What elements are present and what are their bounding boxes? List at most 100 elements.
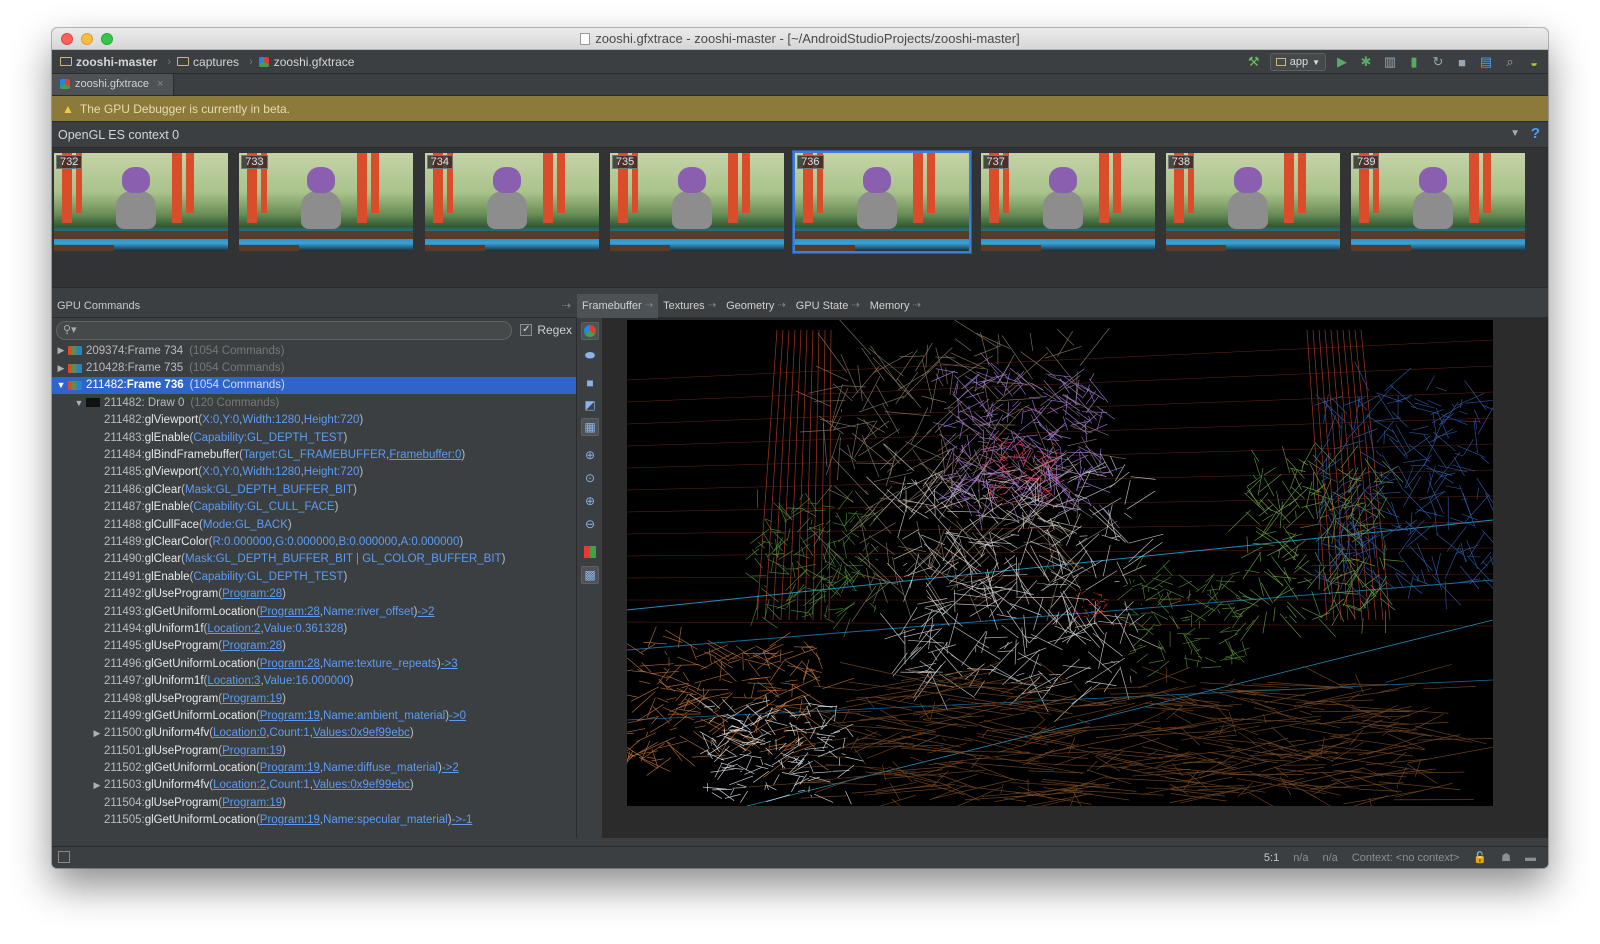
frame-row[interactable]: ▼ 211482: Frame 736 (1054 Commands) — [52, 376, 576, 395]
param-link[interactable]: Program:28 — [222, 640, 282, 652]
param-link[interactable]: Values:0x9ef99ebc — [313, 779, 410, 791]
tab-zooshi-gfxtrace[interactable]: zooshi.gfxtrace × — [52, 73, 175, 95]
zoom-out-icon[interactable]: ⊖ — [581, 515, 599, 533]
pin-icon[interactable]: ⇢ — [708, 300, 716, 311]
project-structure-icon[interactable]: ▤ — [1478, 54, 1494, 70]
command-row[interactable]: 211496: glGetUniformLocation(Program:28,… — [52, 655, 576, 672]
param-link[interactable]: Values:0x9ef99ebc — [313, 727, 410, 739]
param-link[interactable]: Program:28 — [260, 658, 320, 670]
breadcrumb-file[interactable]: zooshi.gfxtrace — [258, 55, 354, 69]
command-row[interactable]: 211483: glEnable(Capability:GL_DEPTH_TES… — [52, 429, 576, 446]
command-row[interactable]: 211490: glClear(Mask:GL_DEPTH_BUFFER_BIT… — [52, 551, 576, 568]
command-row[interactable]: 211497: glUniform1f(Location:3, Value:16… — [52, 672, 576, 689]
search-input[interactable]: ⚲▾ — [56, 320, 513, 340]
zoom-actual-icon[interactable]: ⊙ — [581, 469, 599, 487]
shaded-mode-icon[interactable]: ■ — [581, 374, 599, 392]
depth-buffer-icon[interactable]: ⬬ — [581, 346, 599, 364]
line-separator-status[interactable]: n/a — [1293, 852, 1308, 864]
zoom-fit-icon[interactable]: ⊕ — [581, 446, 599, 464]
framebuffer-image[interactable] — [627, 320, 1493, 806]
frame-thumbnail[interactable]: 734 — [423, 151, 601, 253]
tab-memory[interactable]: Memory ⇢ — [865, 294, 926, 318]
profile-icon[interactable]: ▥ — [1382, 54, 1398, 70]
zoom-in-icon[interactable]: ⊕ — [581, 492, 599, 510]
inspector-icon[interactable]: ☗ — [1501, 851, 1511, 864]
build-hammer-icon[interactable]: ⚒ — [1246, 54, 1262, 70]
command-row[interactable]: 211499: glGetUniformLocation(Program:19,… — [52, 707, 576, 724]
expand-icon[interactable]: ▶ — [54, 363, 68, 374]
minimize-window-button[interactable] — [81, 33, 93, 45]
frame-thumbnail[interactable]: 733 — [237, 151, 415, 253]
color-buffer-icon[interactable] — [581, 322, 599, 340]
param-link[interactable]: Program:19 — [260, 710, 320, 722]
command-row[interactable]: 211489: glClearColor(R:0.000000, G:0.000… — [52, 533, 576, 550]
caret-position[interactable]: 5:1 — [1264, 852, 1279, 864]
pin-icon[interactable]: ⇢ — [777, 300, 785, 311]
tab-gpu-state[interactable]: GPU State ⇢ — [791, 294, 865, 318]
help-icon[interactable]: ? — [1531, 125, 1540, 142]
return-link[interactable]: ->0 — [449, 710, 466, 722]
debug-icon[interactable]: ✱ — [1358, 54, 1374, 70]
command-row[interactable]: 211484: glBindFramebuffer(Target:GL_FRAM… — [52, 446, 576, 463]
search-icon[interactable]: ⌕ — [1502, 54, 1518, 70]
run-config-select[interactable]: app ▼ — [1269, 53, 1326, 71]
command-row[interactable]: 211491: glEnable(Capability:GL_DEPTH_TES… — [52, 568, 576, 585]
event-log-icon[interactable]: ▬ — [1525, 852, 1536, 864]
command-row[interactable]: 211488: glCullFace(Mode:GL_BACK) — [52, 516, 576, 533]
expand-icon[interactable]: ▶ — [54, 345, 68, 356]
param-link[interactable]: Program:19 — [260, 814, 320, 826]
pin-icon[interactable]: ⇢ — [645, 300, 653, 311]
return-link[interactable]: ->-1 — [452, 814, 473, 826]
command-row[interactable]: 211492: glUseProgram(Program:28) — [52, 585, 576, 602]
breadcrumb-project[interactable]: zooshi-master — [60, 55, 157, 69]
frame-thumbnail[interactable]: 738 — [1164, 151, 1342, 253]
tab-textures[interactable]: Textures ⇢ — [658, 294, 721, 318]
pin-icon[interactable]: ⇢ — [912, 300, 920, 311]
command-row[interactable]: 211502: glGetUniformLocation(Program:19,… — [52, 759, 576, 776]
frame-thumbnail[interactable]: 732 — [52, 151, 230, 253]
breadcrumb-captures[interactable]: captures — [177, 55, 239, 69]
close-tab-icon[interactable]: × — [157, 78, 163, 90]
stop-icon[interactable]: ■ — [1454, 54, 1470, 70]
checkerboard-background-icon[interactable]: ▩ — [581, 566, 599, 584]
encoding-status[interactable]: n/a — [1322, 852, 1337, 864]
param-link[interactable]: Location:2 — [207, 623, 260, 635]
command-row[interactable]: 211486: glClear(Mask:GL_DEPTH_BUFFER_BIT… — [52, 481, 576, 498]
param-link[interactable]: Program:19 — [222, 797, 282, 809]
frame-thumbnail[interactable]: 739 — [1349, 151, 1527, 253]
command-row[interactable]: 211493: glGetUniformLocation(Program:28,… — [52, 603, 576, 620]
pin-icon[interactable]: ⇢ — [851, 300, 859, 311]
collapse-icon[interactable]: ▼ — [54, 380, 68, 390]
command-row[interactable]: 211501: glUseProgram(Program:19) — [52, 742, 576, 759]
command-row[interactable]: 211487: glEnable(Capability:GL_CULL_FACE… — [52, 499, 576, 516]
wireframe-mode-icon[interactable]: ▦ — [581, 418, 599, 436]
param-link[interactable]: Location:2 — [213, 779, 266, 791]
chevron-down-icon[interactable]: ▼ — [1510, 128, 1520, 139]
tab-geometry[interactable]: Geometry ⇢ — [721, 294, 791, 318]
command-row[interactable]: 211482: glViewport(X:0, Y:0, Width:1280,… — [52, 412, 576, 429]
param-link[interactable]: Program:19 — [222, 693, 282, 705]
command-row[interactable]: 211494: glUniform1f(Location:2, Value:0.… — [52, 620, 576, 637]
draw-row[interactable]: ▼ 211482: Draw 0 (120 Commands) — [52, 394, 576, 411]
expand-icon[interactable]: ▶ — [90, 780, 104, 791]
param-link[interactable]: Program:28 — [222, 588, 282, 600]
wireframe-overlay-icon[interactable]: ◩ — [581, 396, 599, 414]
command-row[interactable]: 211485: glViewport(X:0, Y:0, Width:1280,… — [52, 464, 576, 481]
color-channels-icon[interactable] — [581, 543, 599, 561]
param-link[interactable]: Location:0 — [213, 727, 266, 739]
param-link[interactable]: Program:19 — [260, 762, 320, 774]
frame-thumbnail[interactable]: 736 — [793, 151, 972, 253]
run-icon[interactable]: ▶ — [1334, 54, 1350, 70]
maximize-window-button[interactable] — [101, 33, 113, 45]
tab-framebuffer[interactable]: Framebuffer ⇢ — [577, 293, 659, 318]
frame-row[interactable]: ▶ 210428: Frame 735 (1054 Commands) — [52, 359, 576, 376]
param-link[interactable]: Location:3 — [207, 675, 260, 687]
return-link[interactable]: ->3 — [441, 658, 458, 670]
return-link[interactable]: ->2 — [417, 606, 434, 618]
return-link[interactable]: ->2 — [442, 762, 459, 774]
tool-windows-icon[interactable] — [58, 851, 70, 863]
command-row[interactable]: ▶ 211500: glUniform4fv(Location:0, Count:… — [52, 725, 576, 742]
frame-thumbnail[interactable]: 737 — [979, 151, 1157, 253]
regex-checkbox[interactable]: ✓ Regex — [520, 323, 572, 337]
expand-icon[interactable]: ▶ — [90, 728, 104, 739]
